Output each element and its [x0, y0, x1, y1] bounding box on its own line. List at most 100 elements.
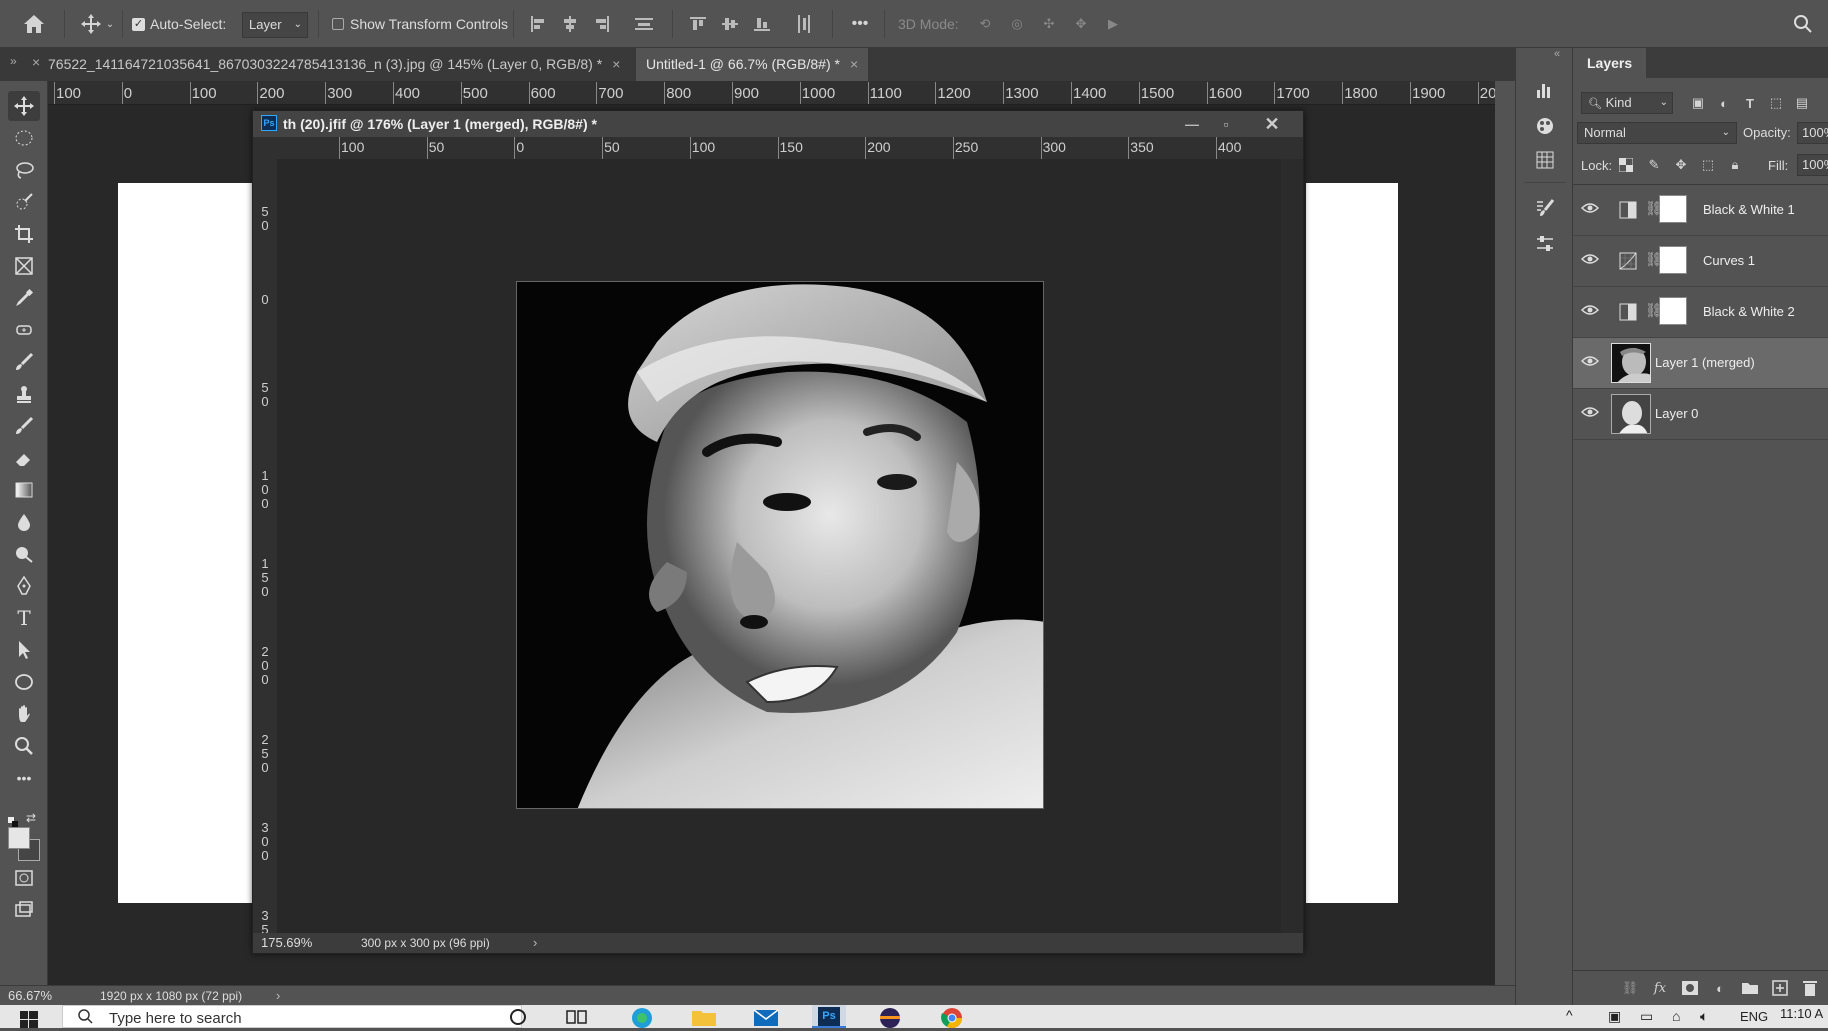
link-layers-icon[interactable]: ⛓︎ — [1619, 977, 1641, 999]
align-left-icon[interactable] — [526, 12, 550, 36]
zoom-level[interactable]: 175.69% — [261, 935, 312, 950]
layer-thumbnail[interactable] — [1611, 394, 1651, 434]
chevron-down-icon[interactable]: ⌄ — [104, 16, 116, 32]
collapse-panels-icon[interactable]: « — [1554, 48, 1560, 60]
layer-name[interactable]: Black & White 2 — [1703, 304, 1795, 319]
screen-mode-icon[interactable] — [8, 895, 40, 925]
align-right-icon[interactable] — [590, 12, 614, 36]
more-options-icon[interactable]: ••• — [846, 12, 874, 36]
eraser-tool-icon[interactable] — [8, 443, 40, 473]
lock-position-icon[interactable]: ✥ — [1670, 154, 1692, 176]
volume-icon[interactable]: 🔈︎ — [1700, 1008, 1708, 1025]
visibility-eye-icon[interactable] — [1580, 252, 1601, 270]
distribute-icon[interactable] — [632, 12, 656, 36]
edge-browser-icon[interactable] — [628, 1006, 658, 1028]
fx-icon[interactable]: fx — [1649, 977, 1671, 999]
layer-row[interactable]: Layer 1 (merged) — [1573, 338, 1828, 389]
clock[interactable]: 11:10 A — [1780, 1006, 1823, 1021]
adjustment-sliders-icon[interactable] — [1530, 230, 1560, 258]
layer-filter-kind-select[interactable]: 🔍︎ Kind ⌄ — [1581, 92, 1673, 114]
filter-smart-object-icon[interactable]: ▤ — [1791, 92, 1813, 114]
layer-mask-thumbnail[interactable] — [1659, 297, 1687, 325]
quick-mask-icon[interactable] — [8, 863, 40, 893]
windows-start-icon[interactable] — [20, 1011, 38, 1028]
3d-slide-icon[interactable]: ✥ — [1068, 12, 1094, 36]
task-view-icon[interactable] — [566, 1008, 590, 1026]
show-transform-checkbox[interactable] — [332, 18, 344, 30]
layer-name[interactable]: Curves 1 — [1703, 253, 1755, 268]
visibility-eye-icon[interactable] — [1580, 303, 1601, 321]
minimize-icon[interactable]: — — [1179, 111, 1205, 137]
3d-roll-icon[interactable]: ◎ — [1004, 12, 1030, 36]
align-center-icon[interactable] — [558, 12, 582, 36]
layer-name[interactable]: Layer 1 (merged) — [1655, 355, 1755, 370]
close-icon[interactable]: ✕ — [1259, 111, 1285, 137]
system-tray-chevron-icon[interactable]: ^ — [1566, 1007, 1573, 1023]
filter-adjustment-icon[interactable]: ◐ — [1713, 92, 1735, 114]
type-tool-icon[interactable]: T — [8, 603, 40, 633]
histogram-icon[interactable] — [1530, 76, 1560, 104]
blend-mode-select[interactable]: Normal ⌄ — [1577, 122, 1737, 144]
photoshop-taskbar-icon[interactable]: Ps — [812, 1005, 846, 1028]
close-icon[interactable]: × — [850, 56, 858, 72]
quick-selection-tool-icon[interactable] — [8, 187, 40, 217]
3d-orbit-icon[interactable]: ⟲ — [972, 12, 998, 36]
lasso-tool-icon[interactable] — [8, 155, 40, 185]
swap-colors-icon[interactable]: ⇄ — [26, 811, 36, 825]
visibility-eye-icon[interactable] — [1580, 354, 1601, 372]
history-brush-tool-icon[interactable] — [8, 411, 40, 441]
crop-tool-icon[interactable] — [8, 219, 40, 249]
maximize-icon[interactable]: ▫ — [1213, 111, 1239, 137]
filter-type-icon[interactable]: T — [1739, 92, 1761, 114]
eclipse-icon[interactable] — [876, 1006, 906, 1028]
lock-artboard-icon[interactable]: ⬚ — [1697, 154, 1719, 176]
pen-tool-icon[interactable] — [8, 571, 40, 601]
zoom-tool-icon[interactable] — [8, 731, 40, 761]
layer-mask-thumbnail[interactable] — [1659, 195, 1687, 223]
new-layer-icon[interactable] — [1769, 977, 1791, 999]
layer-row[interactable]: ⛓︎ Black & White 2 — [1573, 287, 1828, 338]
filter-shape-icon[interactable]: ⬚ — [1765, 92, 1787, 114]
file-explorer-icon[interactable] — [690, 1007, 720, 1029]
search-icon[interactable] — [1790, 12, 1816, 36]
blur-tool-icon[interactable] — [8, 507, 40, 537]
add-mask-icon[interactable] — [1679, 977, 1701, 999]
network-icon[interactable]: ⌂ — [1672, 1008, 1680, 1024]
3d-pan-icon[interactable]: ✣ — [1036, 12, 1062, 36]
hand-tool-icon[interactable] — [8, 699, 40, 729]
edit-toolbar-icon[interactable]: ••• — [8, 763, 40, 793]
move-tool-icon[interactable] — [78, 12, 104, 36]
auto-select-target-select[interactable]: Layer ⌄ — [242, 12, 308, 38]
tray-app-icon[interactable]: ▣ — [1608, 1008, 1621, 1025]
align-middle-icon[interactable] — [718, 12, 742, 36]
align-top-icon[interactable] — [686, 12, 710, 36]
window-title-bar[interactable]: Ps th (20).jfif @ 176% (Layer 1 (merged)… — [253, 111, 1303, 137]
color-palette-icon[interactable] — [1530, 112, 1560, 140]
path-selection-tool-icon[interactable] — [8, 635, 40, 665]
lock-transparency-icon[interactable] — [1615, 154, 1637, 176]
layer-row[interactable]: ⛓︎ Black & White 1 — [1573, 185, 1828, 236]
battery-icon[interactable]: ▭ — [1640, 1008, 1653, 1025]
move-tool-icon[interactable] — [8, 91, 40, 121]
healing-brush-tool-icon[interactable] — [8, 315, 40, 345]
lock-all-icon[interactable]: 🔒︎ — [1724, 154, 1746, 176]
new-adjustment-layer-icon[interactable]: ◐ — [1709, 977, 1731, 999]
fill-input[interactable]: 100% — [1797, 154, 1828, 176]
mail-icon[interactable] — [752, 1007, 782, 1029]
ellipse-tool-icon[interactable] — [8, 667, 40, 697]
eyedropper-tool-icon[interactable] — [8, 283, 40, 313]
tab-document-2[interactable]: Untitled-1 @ 66.7% (RGB/8#) * × — [636, 48, 869, 81]
marquee-tool-icon[interactable] — [8, 123, 40, 153]
clone-stamp-tool-icon[interactable] — [8, 379, 40, 409]
layers-tab[interactable]: Layers — [1573, 48, 1647, 78]
delete-layer-icon[interactable] — [1799, 977, 1821, 999]
chrome-icon[interactable] — [938, 1006, 968, 1028]
lock-pixels-icon[interactable]: ✎ — [1643, 154, 1665, 176]
layer-thumbnail[interactable] — [1611, 343, 1651, 383]
home-icon[interactable] — [20, 12, 48, 36]
align-bottom-icon[interactable] — [750, 12, 774, 36]
chevron-right-icon[interactable]: › — [276, 988, 280, 1003]
panel-collapse-icon[interactable]: » — [10, 54, 17, 68]
language-indicator[interactable]: ENG — [1740, 1009, 1768, 1024]
brush-tool-icon[interactable] — [8, 347, 40, 377]
